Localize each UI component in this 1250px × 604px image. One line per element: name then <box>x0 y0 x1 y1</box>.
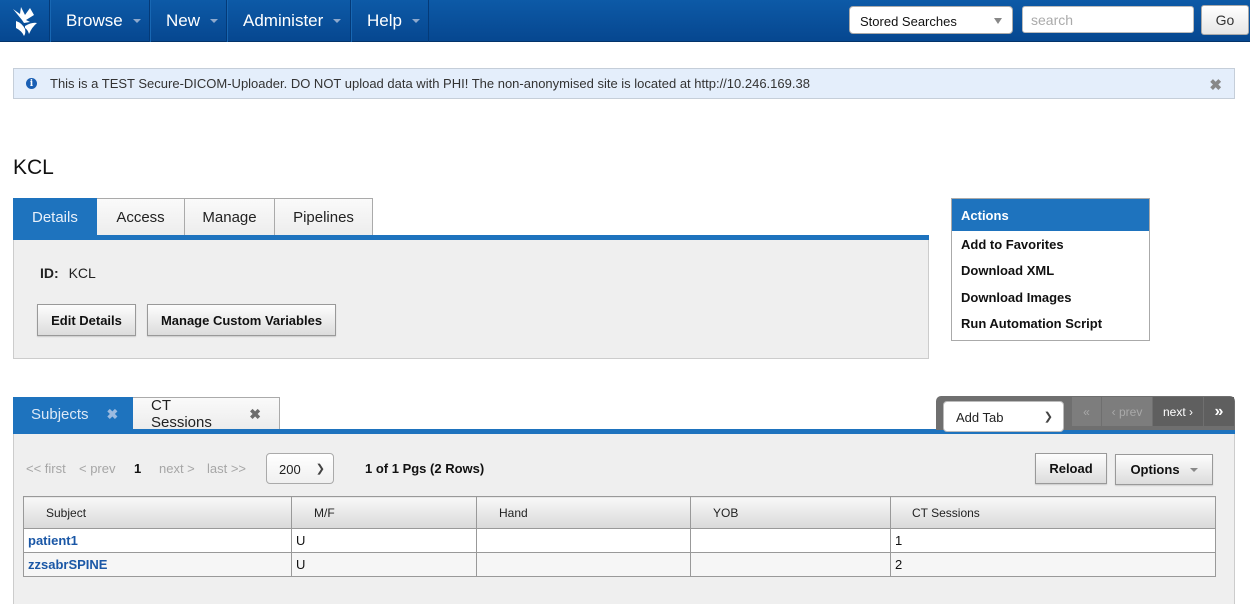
subjects-table: Subject M/F Hand YOB CT Sessions patient… <box>23 496 1216 577</box>
tab-ct-sessions-label: CT Sessions <box>151 397 212 431</box>
caret-down-icon <box>132 19 141 23</box>
edit-details-button[interactable]: Edit Details <box>37 304 136 336</box>
tab-pager-first[interactable]: « <box>1072 397 1101 426</box>
caret-down-icon <box>1189 467 1198 472</box>
tab-pager-prev[interactable]: ‹ prev <box>1102 397 1152 426</box>
nav-new[interactable]: New <box>150 0 227 42</box>
nav-administer-label: Administer <box>243 11 324 30</box>
cell-hand <box>476 552 691 577</box>
action-add-to-favorites[interactable]: Add to Favorites <box>952 231 1149 258</box>
dropdown-arrow-icon <box>994 18 1002 24</box>
nav-browse-label: Browse <box>66 11 123 30</box>
stored-searches-select[interactable]: Stored Searches <box>849 6 1013 34</box>
column-header-hand[interactable]: Hand <box>476 496 691 529</box>
cell-subject: zzsabrSPINE <box>23 552 292 577</box>
column-header-ct-sessions[interactable]: CT Sessions <box>890 496 1216 529</box>
nav-help[interactable]: Help <box>351 0 429 42</box>
table-row: zzsabrSPINE U 2 <box>23 552 1216 577</box>
project-tabs: Details Access Manage Pipelines <box>13 198 373 236</box>
close-tab-icon[interactable]: ✖ <box>107 406 119 423</box>
nav-new-label: New <box>166 11 201 30</box>
options-button[interactable]: Options <box>1115 454 1213 485</box>
tab-ct-sessions[interactable]: CT Sessions ✖ <box>133 397 280 431</box>
column-header-subject[interactable]: Subject <box>23 496 292 529</box>
reload-button[interactable]: Reload <box>1035 453 1107 484</box>
rows-per-page-select[interactable]: 200 ❯ <box>266 453 334 484</box>
chevron-down-icon: ❯ <box>1043 411 1053 423</box>
column-header-yob[interactable]: YOB <box>690 496 891 529</box>
nav-administer[interactable]: Administer <box>227 0 351 42</box>
tab-pager-next[interactable]: next › <box>1153 397 1203 426</box>
pager-next[interactable]: next > <box>159 461 195 476</box>
tab-pipelines[interactable]: Pipelines <box>275 198 373 236</box>
column-header-mf[interactable]: M/F <box>291 496 477 529</box>
action-run-automation-script[interactable]: Run Automation Script <box>952 311 1149 338</box>
pager-prev[interactable]: < prev <box>79 461 116 476</box>
tab-subjects[interactable]: Subjects ✖ <box>13 397 133 431</box>
pager-current-page: 1 <box>134 461 142 476</box>
caret-down-icon <box>210 19 219 23</box>
action-download-xml[interactable]: Download XML <box>952 258 1149 285</box>
cell-yob <box>690 552 891 577</box>
search-input[interactable] <box>1022 6 1194 33</box>
manage-custom-variables-button[interactable]: Manage Custom Variables <box>147 304 336 336</box>
info-banner: i This is a TEST Secure-DICOM-Uploader. … <box>13 68 1235 99</box>
cell-yob <box>690 528 891 553</box>
table-header-row: Subject M/F Hand YOB CT Sessions <box>23 496 1216 529</box>
tab-manage[interactable]: Manage <box>185 198 275 236</box>
project-id-label: ID: <box>40 265 59 281</box>
rows-per-page-value: 200 <box>279 462 301 477</box>
chevron-down-icon: ❯ <box>315 463 325 475</box>
add-tab-select[interactable]: Add Tab ❯ <box>943 401 1064 432</box>
details-panel: ID: KCL Edit Details Manage Custom Varia… <box>13 240 929 359</box>
subject-link[interactable]: zzsabrSPINE <box>28 557 107 572</box>
cell-ct-sessions: 1 <box>890 528 1216 553</box>
nav-help-label: Help <box>367 11 402 30</box>
action-download-images[interactable]: Download Images <box>952 284 1149 311</box>
actions-title: Actions <box>952 199 1149 231</box>
project-id-row: ID: KCL <box>40 265 96 281</box>
xnat-logo[interactable] <box>0 0 50 42</box>
cell-subject: patient1 <box>23 528 292 553</box>
cell-mf: U <box>291 528 477 553</box>
top-navigation-bar: Browse New Administer Help Stored Search… <box>0 0 1250 42</box>
project-id-value: KCL <box>68 265 96 281</box>
close-icon[interactable]: ✖ <box>1209 76 1222 94</box>
caret-down-icon <box>411 19 420 23</box>
options-label: Options <box>1130 462 1180 477</box>
caret-down-icon <box>333 19 342 23</box>
logo-icon <box>12 7 37 36</box>
close-tab-icon[interactable]: ✖ <box>249 406 261 423</box>
data-tabs: Subjects ✖ CT Sessions ✖ <box>13 397 280 431</box>
table-row: patient1 U 1 <box>23 528 1216 553</box>
page-title: KCL <box>13 156 54 179</box>
pager-first[interactable]: << first <box>26 461 66 476</box>
search-go-button[interactable]: Go <box>1201 5 1249 35</box>
tab-subjects-label: Subjects <box>31 405 89 423</box>
subject-link[interactable]: patient1 <box>28 533 78 548</box>
tab-details[interactable]: Details <box>13 198 97 236</box>
tab-access[interactable]: Access <box>97 198 185 236</box>
banner-text: This is a TEST Secure-DICOM-Uploader. DO… <box>50 76 810 91</box>
tab-pager-last[interactable]: » <box>1204 397 1234 426</box>
pager-last[interactable]: last >> <box>207 461 246 476</box>
nav-browse[interactable]: Browse <box>50 0 150 42</box>
cell-ct-sessions: 2 <box>890 552 1216 577</box>
cell-mf: U <box>291 552 477 577</box>
add-tab-label: Add Tab <box>956 410 1004 425</box>
cell-hand <box>476 528 691 553</box>
stored-searches-label: Stored Searches <box>860 14 957 29</box>
info-icon: i <box>26 78 37 89</box>
page-info: 1 of 1 Pgs (2 Rows) <box>365 461 485 476</box>
actions-panel: Actions Add to Favorites Download XML Do… <box>951 198 1150 341</box>
